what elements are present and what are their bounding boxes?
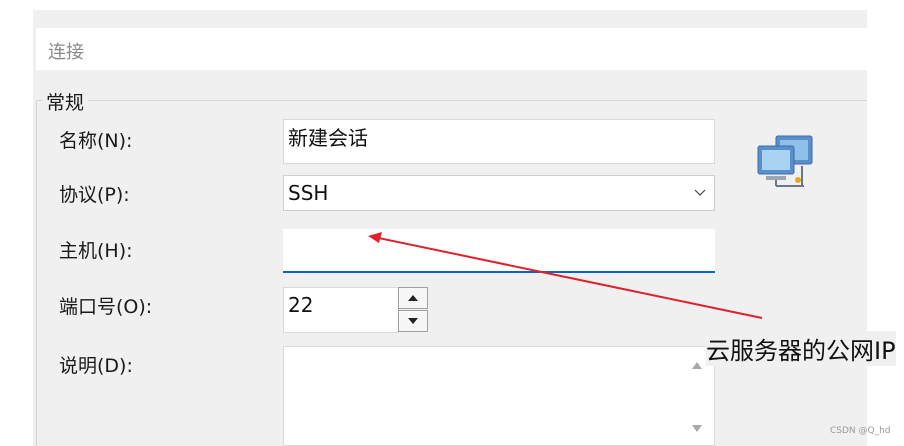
annotation-label: 云服务器的公网IP [706,331,896,366]
watermark: CSDN @Q_hd [830,426,891,436]
annotation-arrow [368,232,763,319]
